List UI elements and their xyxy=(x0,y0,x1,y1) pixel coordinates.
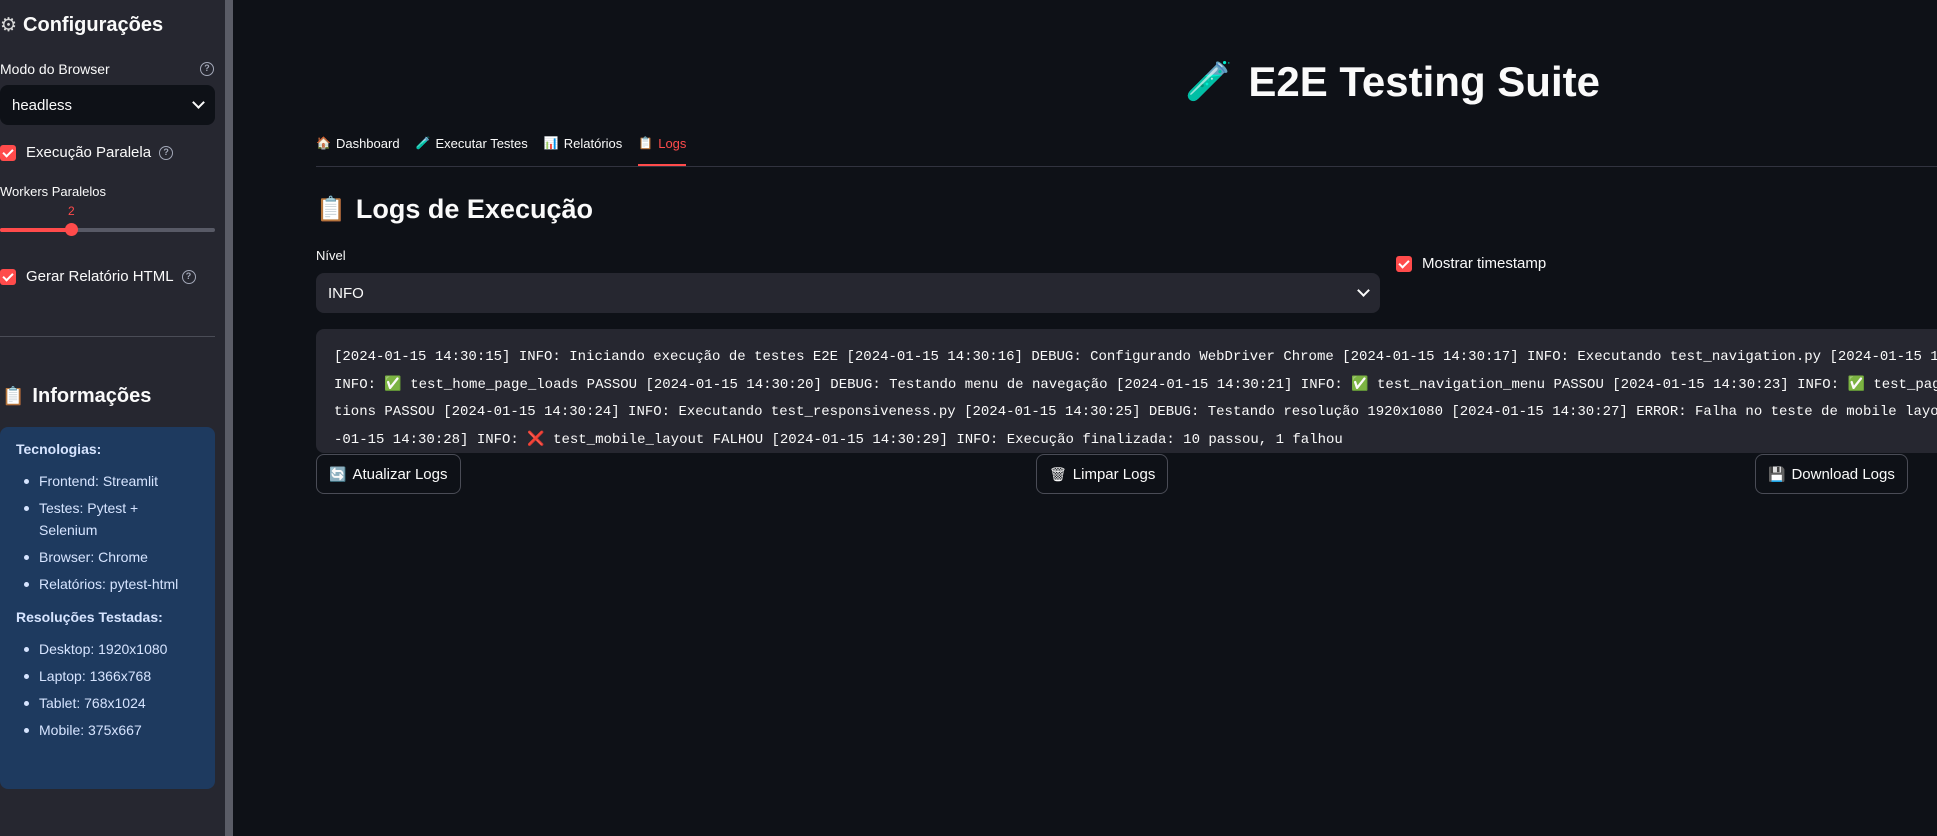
refresh-logs-button[interactable]: 🔄 Atualizar Logs xyxy=(316,454,461,494)
slider-thumb[interactable] xyxy=(65,223,78,236)
house-icon: 🏠 xyxy=(316,136,331,150)
list-item: Testes: Pytest + Selenium xyxy=(16,497,199,541)
sidebar-divider xyxy=(0,336,215,337)
clipboard-icon: 📋 xyxy=(316,196,346,223)
list-item: Laptop: 1366x768 xyxy=(16,665,199,687)
list-item: Browser: Chrome xyxy=(16,546,199,568)
resolutions-list: Desktop: 1920x1080 Laptop: 1366x768 Tabl… xyxy=(16,638,199,741)
sidebar-title: ⚙ Configurações xyxy=(0,14,163,37)
floppy-disk-icon: 💾 xyxy=(1768,465,1786,482)
section-title: 📋 Logs de Execução xyxy=(316,194,593,225)
workers-slider[interactable] xyxy=(0,223,215,236)
help-icon[interactable]: ? xyxy=(200,62,214,76)
list-item: Relatórios: pytest-html xyxy=(16,573,199,595)
page-title: 🧪 E2E Testing Suite xyxy=(1185,58,1600,106)
list-item: Tablet: 768x1024 xyxy=(16,692,199,714)
tab-bar: 🏠 Dashboard 🧪 Executar Testes 📊 Relatóri… xyxy=(316,130,702,166)
show-timestamp-label: Mostrar timestamp xyxy=(1422,255,1547,272)
sidebar-title-text: Configurações xyxy=(23,14,164,36)
info-title-text: Informações xyxy=(32,385,152,407)
help-icon[interactable]: ? xyxy=(181,269,196,284)
html-report-checkbox[interactable]: Gerar Relatório HTML ? xyxy=(0,268,196,285)
tab-label: Dashboard xyxy=(335,136,400,151)
clipboard-icon: 📋 xyxy=(638,136,654,150)
section-title-text: Logs de Execução xyxy=(355,194,593,224)
workers-label: Workers Paralelos xyxy=(0,184,106,199)
slider-fill xyxy=(0,228,71,232)
chevron-down-icon xyxy=(192,96,205,109)
level-value: INFO xyxy=(328,284,364,302)
sidebar: ⚙ Configurações Modo do Browser ? headle… xyxy=(0,0,225,836)
html-report-label: Gerar Relatório HTML xyxy=(26,268,174,285)
chevron-down-icon xyxy=(1357,284,1370,297)
resolutions-heading: Resoluções Testadas: xyxy=(16,609,163,625)
test-tube-icon: 🧪 xyxy=(1185,61,1233,103)
sidebar-resize-handle[interactable] xyxy=(225,0,233,836)
download-logs-button[interactable]: 💾 Download Logs xyxy=(1755,454,1908,494)
list-item: Desktop: 1920x1080 xyxy=(16,638,199,660)
tabs-divider xyxy=(316,166,1937,167)
parallel-checkbox[interactable]: Execução Paralela ? xyxy=(0,144,174,161)
tab-label: Logs xyxy=(658,136,687,151)
info-title: 📋 Informações xyxy=(2,385,151,408)
checkbox-checked-icon[interactable] xyxy=(0,144,16,161)
tech-heading: Tecnologias: xyxy=(16,441,102,457)
checkbox-checked-icon[interactable] xyxy=(1396,255,1412,272)
checkbox-checked-icon[interactable] xyxy=(0,268,16,285)
level-select[interactable]: INFO xyxy=(316,273,1380,313)
list-item: Mobile: 375x667 xyxy=(16,719,199,741)
tech-list: Frontend: Streamlit Testes: Pytest + Sel… xyxy=(16,470,199,595)
level-label: Nível xyxy=(316,248,346,263)
page-title-text: E2E Testing Suite xyxy=(1248,58,1600,105)
workers-value: 2 xyxy=(68,204,75,218)
parallel-label: Execução Paralela xyxy=(26,144,152,161)
list-item: Frontend: Streamlit xyxy=(16,470,199,492)
clear-logs-label: Limpar Logs xyxy=(1072,465,1156,483)
log-output[interactable]: [2024-01-15 14:30:15] INFO: Iniciando ex… xyxy=(316,329,1937,453)
info-box: Tecnologias: Frontend: Streamlit Testes:… xyxy=(0,427,215,789)
tab-label: Executar Testes xyxy=(435,136,528,151)
trash-icon: 🗑 xyxy=(1049,465,1067,482)
clipboard-icon: 📋 xyxy=(2,386,25,406)
tab-relatorios[interactable]: 📊 Relatórios xyxy=(544,130,622,166)
log-text: [2024-01-15 14:30:15] INFO: Iniciando ex… xyxy=(334,349,1937,448)
tab-label: Relatórios xyxy=(563,136,623,151)
test-tube-icon: 🧪 xyxy=(415,136,431,150)
refresh-logs-label: Atualizar Logs xyxy=(352,465,448,483)
tab-executar-testes[interactable]: 🧪 Executar Testes xyxy=(416,130,528,166)
download-logs-label: Download Logs xyxy=(1791,465,1895,483)
refresh-icon: 🔄 xyxy=(329,465,347,482)
bar-chart-icon: 📊 xyxy=(543,136,559,150)
browser-mode-select[interactable]: headless xyxy=(0,85,215,125)
show-timestamp-checkbox[interactable]: Mostrar timestamp xyxy=(1396,255,1546,272)
clear-logs-button[interactable]: 🗑 Limpar Logs xyxy=(1036,454,1169,494)
gear-icon: ⚙ xyxy=(0,15,18,36)
tab-logs[interactable]: 📋 Logs xyxy=(638,130,687,166)
help-icon[interactable]: ? xyxy=(159,145,174,160)
browser-mode-value: headless xyxy=(12,96,73,114)
browser-mode-label: Modo do Browser xyxy=(0,61,110,77)
tab-dashboard[interactable]: 🏠 Dashboard xyxy=(316,130,400,166)
